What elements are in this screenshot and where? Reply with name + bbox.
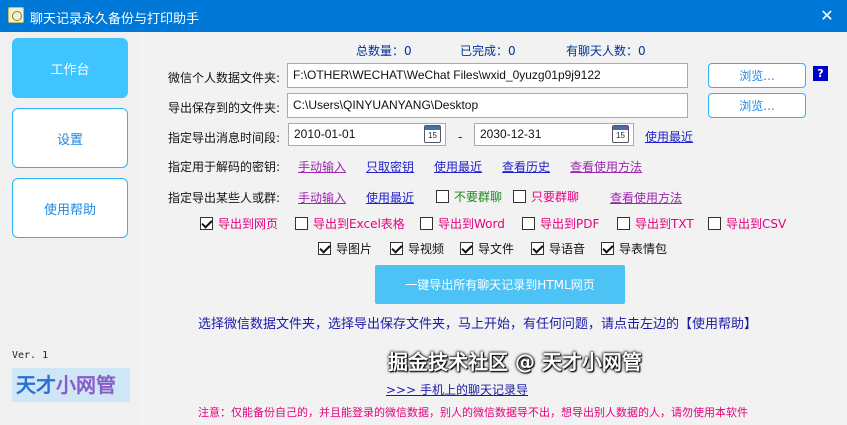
- key-label: 指定用于解码的密钥:: [168, 160, 281, 174]
- export-option-label: 导出到网页: [218, 217, 279, 231]
- stat-friends: 有聊天人数：0: [566, 42, 646, 59]
- calendar-icon[interactable]: 15: [612, 125, 629, 143]
- export-pdf-checkbox[interactable]: 导出到PDF: [522, 215, 599, 232]
- key-manual-input-link[interactable]: 手动输入: [298, 158, 346, 175]
- end-date-value: 2030-12-31: [480, 127, 542, 141]
- checkbox-box[interactable]: [200, 217, 213, 230]
- only-group-checkbox[interactable]: 只要群聊: [513, 188, 579, 205]
- checkbox-box[interactable]: [513, 190, 526, 203]
- key-use-recent-link[interactable]: 使用最近: [434, 158, 482, 175]
- export-option-label: 导出到PDF: [540, 217, 600, 231]
- save-folder-label: 导出保存到的文件夹:: [168, 101, 281, 115]
- checkbox-box[interactable]: [617, 217, 630, 230]
- export-option-label: 导出到Excel表格: [313, 217, 405, 231]
- version-label: Ver. 1: [12, 350, 49, 361]
- people-howto-link[interactable]: 查看使用方法: [610, 189, 682, 206]
- calendar-icon[interactable]: 15: [424, 125, 441, 143]
- media-files-checkbox[interactable]: 导文件: [460, 240, 514, 257]
- sidebar-item-help[interactable]: 使用帮助: [12, 178, 128, 238]
- help-question-icon[interactable]: ?: [813, 66, 828, 81]
- no-group-checkbox[interactable]: 不要群聊: [436, 188, 502, 205]
- checkbox-box[interactable]: [318, 242, 331, 255]
- export-option-label: 导出到Word: [438, 217, 505, 231]
- key-view-history-link[interactable]: 查看历史: [502, 158, 550, 175]
- sidebar: 工作台 设置 使用帮助 Ver. 1 天才小网管: [0, 32, 138, 425]
- media-voice-checkbox[interactable]: 导语音: [531, 240, 585, 257]
- warning-notice: 注意：仅能备份自己的，并且能登录的微信数据，别人的微信数据导不出，想导出别人数据…: [198, 406, 748, 419]
- export-excel-checkbox[interactable]: 导出到Excel表格: [295, 215, 405, 232]
- export-csv-checkbox[interactable]: 导出到CSV: [708, 215, 786, 232]
- media-stickers-checkbox[interactable]: 导表情包: [601, 240, 667, 257]
- logo-text-part1: 天才: [16, 373, 56, 397]
- checkbox-box[interactable]: [420, 217, 433, 230]
- stat-done: 已完成：0: [460, 42, 516, 59]
- checkbox-box[interactable]: [460, 242, 473, 255]
- media-option-label: 导语音: [549, 242, 586, 256]
- export-option-label: 导出到TXT: [635, 217, 694, 231]
- window-title: 聊天记录永久备份与打印助手: [30, 12, 200, 27]
- key-howto-link[interactable]: 查看使用方法: [570, 158, 642, 175]
- data-folder-input[interactable]: F:\OTHER\WECHAT\WeChat Files\wxid_0yuzg0…: [287, 63, 688, 88]
- brand-logo: 天才小网管: [12, 368, 130, 402]
- people-use-recent-link[interactable]: 使用最近: [366, 189, 414, 206]
- phone-chat-link[interactable]: >>> 手机上的聊天记录导: [386, 381, 528, 398]
- browse-data-folder-button[interactable]: 浏览...: [708, 63, 806, 88]
- stat-total: 总数量：0: [356, 42, 412, 59]
- sidebar-item-settings[interactable]: 设置: [12, 108, 128, 168]
- close-button[interactable]: ✕: [817, 6, 837, 26]
- key-read-only-link[interactable]: 只取密钥: [366, 158, 414, 175]
- export-option-label: 导出到CSV: [726, 217, 787, 231]
- instructions-text: 选择微信数据文件夹，选择导出保存文件夹，马上开始，有任何问题，请点击左边的【使用…: [198, 317, 758, 332]
- sidebar-item-workbench[interactable]: 工作台: [12, 38, 128, 98]
- no-group-label: 不要群聊: [454, 190, 503, 204]
- media-images-checkbox[interactable]: 导图片: [318, 240, 372, 257]
- checkbox-box[interactable]: [295, 217, 308, 230]
- export-word-checkbox[interactable]: 导出到Word: [420, 215, 505, 232]
- people-label: 指定导出某些人或群:: [168, 191, 281, 205]
- stat-done-label: 已完成：: [460, 44, 509, 58]
- app-icon: [8, 7, 24, 23]
- export-all-button[interactable]: 一键导出所有聊天记录到HTML网页: [375, 265, 625, 304]
- stat-friends-value: 0: [638, 44, 646, 58]
- stat-total-label: 总数量：: [356, 44, 405, 58]
- checkbox-box[interactable]: [601, 242, 614, 255]
- end-date-picker[interactable]: 2030-12-31 15: [474, 123, 634, 146]
- title-bar: 聊天记录永久备份与打印助手 ✕: [0, 0, 847, 32]
- export-txt-checkbox[interactable]: 导出到TXT: [617, 215, 694, 232]
- media-option-label: 导表情包: [619, 242, 668, 256]
- stat-done-value: 0: [508, 44, 516, 58]
- period-label: 指定导出消息时间段:: [168, 131, 281, 145]
- watermark: 掘金技术社区 @ 天才小网管: [388, 350, 642, 374]
- media-videos-checkbox[interactable]: 导视频: [390, 240, 444, 257]
- checkbox-box[interactable]: [436, 190, 449, 203]
- export-html-checkbox[interactable]: 导出到网页: [200, 215, 278, 232]
- media-option-label: 导图片: [336, 242, 373, 256]
- browse-save-folder-button[interactable]: 浏览...: [708, 93, 806, 118]
- stat-total-value: 0: [404, 44, 412, 58]
- checkbox-box[interactable]: [390, 242, 403, 255]
- stat-friends-label: 有聊天人数：: [566, 44, 639, 58]
- data-folder-label: 微信个人数据文件夹:: [168, 71, 281, 85]
- media-option-label: 导文件: [478, 242, 515, 256]
- checkbox-box[interactable]: [522, 217, 535, 230]
- start-date-picker[interactable]: 2010-01-01 15: [288, 123, 446, 146]
- logo-text-part2: 小网管: [56, 373, 116, 397]
- only-group-label: 只要群聊: [531, 190, 580, 204]
- people-manual-input-link[interactable]: 手动输入: [298, 189, 346, 206]
- checkbox-box[interactable]: [708, 217, 721, 230]
- start-date-value: 2010-01-01: [294, 127, 356, 141]
- checkbox-box[interactable]: [531, 242, 544, 255]
- date-range-dash: -: [458, 130, 463, 144]
- media-option-label: 导视频: [408, 242, 445, 256]
- save-folder-input[interactable]: C:\Users\QINYUANYANG\Desktop: [287, 93, 688, 118]
- period-use-recent-link[interactable]: 使用最近: [645, 128, 693, 145]
